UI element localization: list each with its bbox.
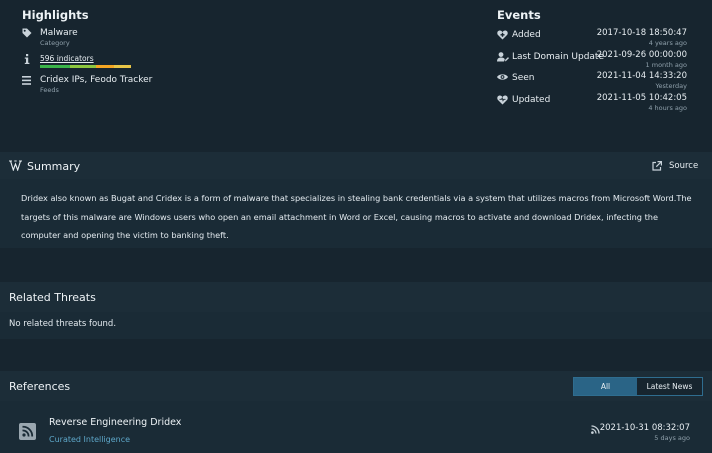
eye-icon: [497, 73, 508, 84]
event-label: Updated: [512, 95, 551, 105]
event-date: 2021-11-05 10:42:05: [596, 93, 687, 103]
reference-ago: 5 days ago: [654, 434, 690, 442]
tab-all[interactable]: All: [574, 378, 637, 395]
summary-header: Summary Source: [0, 152, 712, 179]
reference-title[interactable]: Reverse Engineering Dridex: [49, 417, 181, 428]
user-edit-icon: [497, 52, 509, 63]
event-label: Last Domain Update: [512, 52, 604, 62]
reference-date: 2021-10-31 08:32:07: [599, 423, 690, 433]
heart-icon: [497, 95, 508, 106]
reference-source[interactable]: Curated Intelligence: [49, 435, 130, 444]
event-updated: Updated 2021-11-05 10:42:05 4 hours ago: [497, 93, 697, 113]
rss-small-icon: [591, 425, 600, 437]
event-ago: Yesterday: [655, 82, 687, 90]
related-threats-header: Related Threats: [0, 282, 712, 312]
references-header: References All Latest News: [0, 371, 712, 401]
indicators-link[interactable]: 596 indicators: [40, 54, 131, 63]
summary-title: Summary: [27, 160, 81, 173]
event-seen: Seen 2021-11-04 14:33:20 Yesterday: [497, 71, 697, 91]
event-ago: 4 years ago: [648, 39, 687, 47]
external-link-icon: [652, 161, 662, 174]
event-label: Seen: [512, 73, 535, 83]
category-label: Category: [40, 39, 70, 47]
info-icon: [24, 54, 34, 64]
event-label: Added: [512, 30, 541, 40]
highlights-title: Highlights: [22, 8, 89, 22]
summary-body: Dridex also known as Bugat and Cridex is…: [0, 179, 712, 248]
events-title: Events: [497, 8, 541, 22]
no-related-threats-text: No related threats found.: [9, 319, 117, 329]
event-date: 2017-10-18 18:50:47: [596, 28, 687, 38]
tag-icon: [22, 28, 32, 38]
list-icon: [22, 76, 32, 86]
references-title: References: [9, 380, 71, 393]
feeds-label: Feeds: [40, 86, 59, 94]
event-date: 2021-09-26 00:00:00: [596, 50, 687, 60]
wikipedia-icon: [9, 160, 22, 172]
event-added: Added 2017-10-18 18:50:47 4 years ago: [497, 28, 697, 48]
category-value: Malware: [40, 28, 78, 38]
indicators-score-bar: [40, 65, 131, 68]
related-threats-title: Related Threats: [9, 291, 96, 304]
highlights-section: Highlights Malware Category 596 indicato…: [0, 0, 712, 152]
event-ago: 4 hours ago: [648, 104, 687, 112]
references-tabs: All Latest News: [573, 377, 703, 396]
event-last-domain-update: Last Domain Update 2021-09-26 00:00:00 1…: [497, 50, 697, 70]
feeds-value: Cridex IPs, Feodo Tracker: [40, 75, 153, 85]
references-list: Reverse Engineering Dridex Curated Intel…: [0, 401, 712, 453]
heart-plus-icon: [497, 30, 508, 41]
event-date: 2021-11-04 14:33:20: [596, 71, 687, 81]
event-ago: 1 month ago: [645, 61, 687, 69]
summary-text: Dridex also known as Bugat and Cridex is…: [21, 193, 692, 240]
related-threats-body: No related threats found.: [0, 312, 712, 339]
reference-item[interactable]: Reverse Engineering Dridex Curated Intel…: [0, 401, 712, 453]
source-label: Source: [669, 161, 699, 171]
tab-latest-news[interactable]: Latest News: [637, 378, 702, 395]
rss-icon: [19, 423, 36, 440]
